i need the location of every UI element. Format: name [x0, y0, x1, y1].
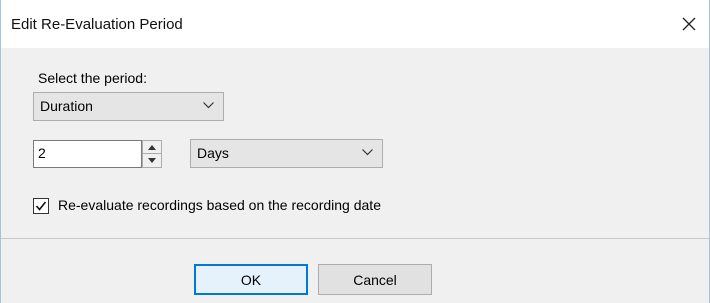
amount-input[interactable]: 2 — [33, 140, 142, 168]
cancel-button[interactable]: Cancel — [318, 264, 432, 295]
arrow-down-icon — [148, 158, 156, 163]
edit-reevaluation-dialog: Edit Re-Evaluation Period Select the per… — [0, 0, 710, 303]
dialog-title: Edit Re-Evaluation Period — [11, 16, 183, 33]
period-label: Select the period: — [38, 70, 147, 86]
close-icon — [682, 17, 696, 31]
amount-spinner — [142, 140, 162, 168]
checkmark-icon — [35, 201, 47, 211]
button-bar: OK Cancel — [1, 238, 709, 303]
reevaluate-checkbox[interactable] — [33, 198, 49, 214]
period-select[interactable]: Duration — [33, 92, 224, 121]
chevron-down-icon — [203, 102, 214, 109]
amount-input-value: 2 — [38, 145, 46, 161]
spin-down-button[interactable] — [143, 154, 161, 167]
reevaluate-checkbox-label[interactable]: Re-evaluate recordings based on the reco… — [58, 197, 381, 213]
ok-button[interactable]: OK — [194, 264, 308, 295]
spin-up-button[interactable] — [143, 141, 161, 154]
unit-select[interactable]: Days — [190, 139, 383, 168]
title-bar: Edit Re-Evaluation Period — [1, 0, 709, 48]
arrow-up-icon — [148, 144, 156, 150]
chevron-down-icon — [362, 149, 373, 156]
dialog-content: Select the period: Duration 2 Days Re-ev… — [1, 48, 709, 238]
close-button[interactable] — [669, 0, 709, 48]
unit-select-value: Days — [197, 145, 229, 161]
period-select-value: Duration — [40, 98, 93, 114]
